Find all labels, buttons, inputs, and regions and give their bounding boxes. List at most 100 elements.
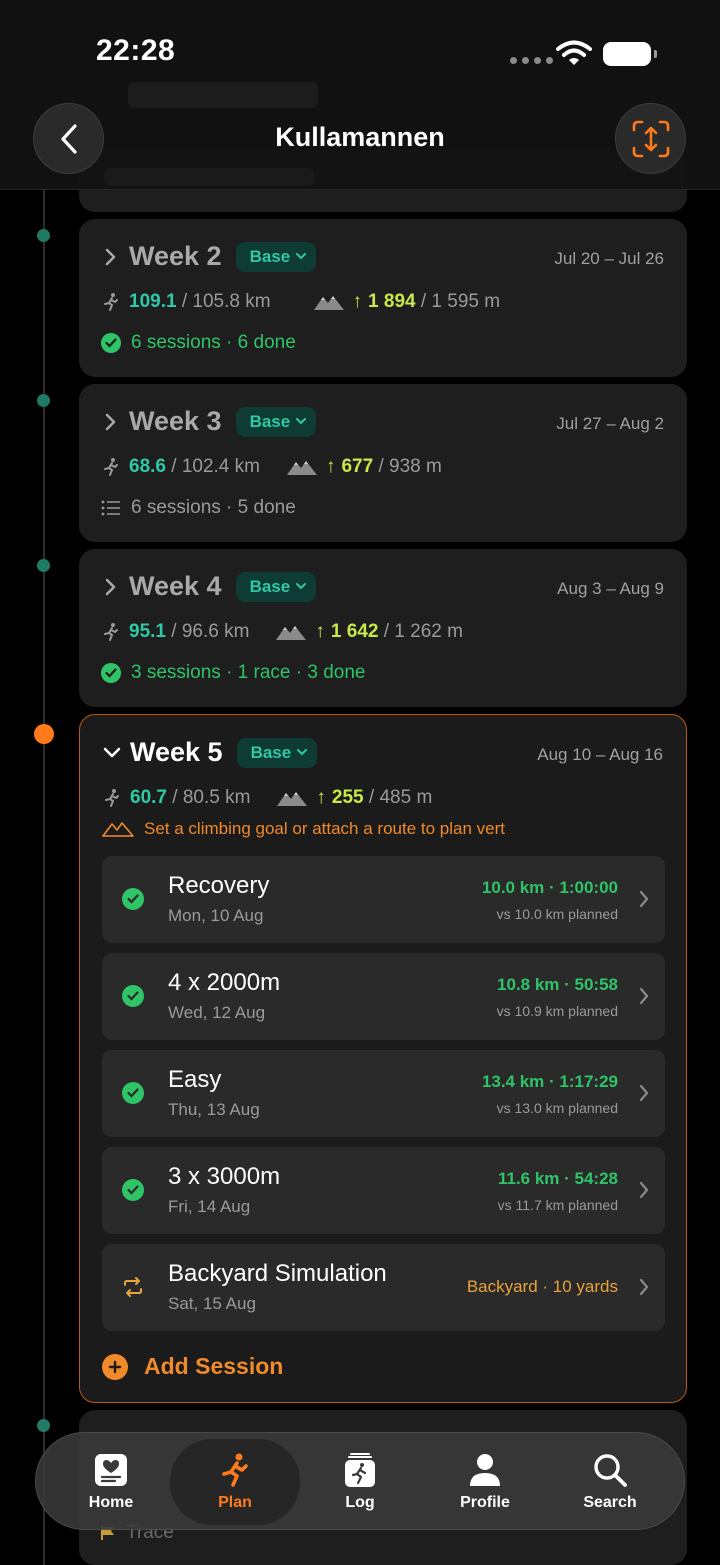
chevron-right-icon [101, 412, 121, 432]
session-metric: Backyard · 10 yards [466, 1277, 618, 1296]
mountains-outline-icon [102, 822, 134, 837]
repeat-icon [122, 1276, 144, 1298]
check-circle-icon [122, 1179, 144, 1201]
session-planned: vs 10.9 km planned [496, 1003, 618, 1019]
week-2-card[interactable]: Week 2 Base Jul 20 – Jul 26 109.1 / 105.… [79, 219, 687, 377]
elevation-done: 255 [331, 787, 364, 808]
chevron-down-icon [296, 418, 307, 425]
tab-search[interactable]: Search [545, 1433, 675, 1531]
week-title: Week 3 [129, 406, 222, 436]
distance-planned: / 102.4 km [171, 456, 260, 477]
elevation-planned: / 1 262 m [383, 621, 463, 642]
search-icon [594, 1454, 627, 1487]
week-dates: Aug 3 – Aug 9 [557, 579, 664, 598]
timeline-dot-week-2 [37, 229, 50, 242]
sessions-summary: 3 sessions · 1 race · 3 done [131, 662, 366, 683]
session-name: Backyard Simulation [168, 1260, 387, 1287]
runner-icon [222, 1453, 248, 1487]
week-3-card[interactable]: Week 3 Base Jul 27 – Aug 2 68.6 / 102.4 … [79, 384, 687, 542]
week-dates: Jul 20 – Jul 26 [554, 249, 664, 268]
week-4-card[interactable]: Week 4 Base Aug 3 – Aug 9 95.1 / 96.6 km… [79, 549, 687, 707]
sessions-summary: 6 sessions · 6 done [131, 332, 296, 353]
check-circle-icon [101, 333, 121, 353]
week-title: Week 5 [130, 737, 223, 767]
chevron-right-icon [639, 890, 649, 908]
session-name: Recovery [168, 872, 270, 899]
add-session-button[interactable]: Add Session [102, 1353, 283, 1380]
mountains-icon [286, 461, 317, 475]
distance-done: 60.7 [130, 787, 167, 808]
chevron-right-icon [639, 1084, 649, 1102]
session-name: Easy [168, 1066, 222, 1093]
mountains-icon [277, 792, 308, 806]
distance-planned: / 105.8 km [181, 291, 271, 312]
chevron-down-icon [296, 253, 307, 260]
week-title: Week 2 [129, 241, 222, 271]
elevation-planned: / 938 m [378, 456, 442, 477]
distance-planned: / 96.6 km [171, 621, 250, 642]
check-circle-icon [101, 663, 121, 683]
elevation-done: 677 [341, 456, 374, 477]
runner-icon [104, 293, 118, 311]
check-circle-icon [122, 1082, 144, 1104]
tab-bar: Home Plan Log Profile Search [35, 1432, 685, 1530]
elevation-planned: / 485 m [368, 787, 433, 808]
session-metric: 11.6 km · 54:28 [497, 1169, 618, 1188]
tab-profile[interactable]: Profile [420, 1433, 550, 1531]
mountains-icon [313, 296, 344, 310]
scrolled-content-ghost [104, 168, 314, 186]
session-row-easy[interactable]: Easy Thu, 13 Aug 13.4 km · 1:17:29 vs 13… [102, 1050, 665, 1137]
session-metric: 10.0 km · 1:00:00 [481, 878, 618, 897]
timeline-dot-week-3 [37, 394, 50, 407]
tab-home[interactable]: Home [46, 1433, 176, 1531]
chevron-down-icon [297, 749, 308, 756]
check-circle-icon [122, 985, 144, 1007]
session-date: Mon, 10 Aug [168, 906, 264, 925]
phase-badge[interactable]: Base [236, 737, 318, 768]
session-row-recovery[interactable]: Recovery Mon, 10 Aug 10.0 km · 1:00:00 v… [102, 856, 665, 943]
sessions-summary: 6 sessions · 5 done [131, 497, 296, 518]
tab-log[interactable]: Log [295, 1433, 425, 1531]
session-name: 4 x 2000m [168, 969, 281, 996]
phase-badge[interactable]: Base [235, 571, 317, 602]
export-icon [632, 120, 669, 157]
week-title: Week 4 [129, 571, 222, 601]
week-dates: Aug 10 – Aug 16 [537, 745, 663, 764]
chevron-down-icon [296, 583, 307, 590]
session-date: Thu, 13 Aug [168, 1100, 260, 1119]
elevation-done: 1 642 [330, 621, 379, 642]
export-button[interactable] [615, 103, 686, 174]
session-name: 3 x 3000m [168, 1163, 281, 1190]
session-row-4x2000m[interactable]: 4 x 2000m Wed, 12 Aug 10.8 km · 50:58 vs… [102, 953, 665, 1040]
page-title: Kullamannen [275, 122, 445, 152]
week-dates: Jul 27 – Aug 2 [556, 414, 664, 433]
plus-circle-icon [102, 1353, 128, 1380]
chevron-right-icon [101, 577, 121, 597]
chevron-down-icon[interactable] [102, 743, 122, 763]
elevation-planned: / 1 595 m [420, 291, 501, 312]
wifi-icon [556, 40, 592, 65]
climbing-goal-warning[interactable]: Set a climbing goal or attach a route to… [102, 819, 505, 839]
person-icon [470, 1454, 500, 1486]
arrow-up-icon: ↑ [352, 291, 363, 312]
distance-done: 109.1 [129, 291, 177, 312]
week-5-card[interactable]: Week 5 Base Aug 10 – Aug 16 60.7 / 80.5 … [79, 714, 687, 1403]
session-planned: vs 10.0 km planned [496, 906, 618, 922]
phase-badge[interactable]: Base [235, 241, 317, 272]
session-date: Sat, 15 Aug [168, 1294, 256, 1313]
distance-planned: / 80.5 km [172, 787, 251, 808]
session-date: Fri, 14 Aug [168, 1197, 251, 1216]
runner-icon [105, 789, 119, 807]
session-row-backyard-simulation[interactable]: Backyard Simulation Sat, 15 Aug Backyard… [102, 1244, 665, 1331]
session-planned: vs 11.7 km planned [497, 1197, 618, 1213]
chevron-right-icon [101, 247, 121, 267]
session-row-3x3000m[interactable]: 3 x 3000m Fri, 14 Aug 11.6 km · 54:28 vs… [102, 1147, 665, 1234]
chevron-right-icon [639, 987, 649, 1005]
chevron-right-icon [639, 1278, 649, 1296]
cellular-dots-icon [510, 57, 553, 64]
tab-plan[interactable]: Plan [170, 1439, 300, 1525]
phase-badge[interactable]: Base [235, 406, 317, 437]
arrow-up-icon: ↑ [316, 787, 326, 808]
timeline-dot-week-6 [37, 1419, 50, 1432]
runner-icon [104, 458, 118, 476]
